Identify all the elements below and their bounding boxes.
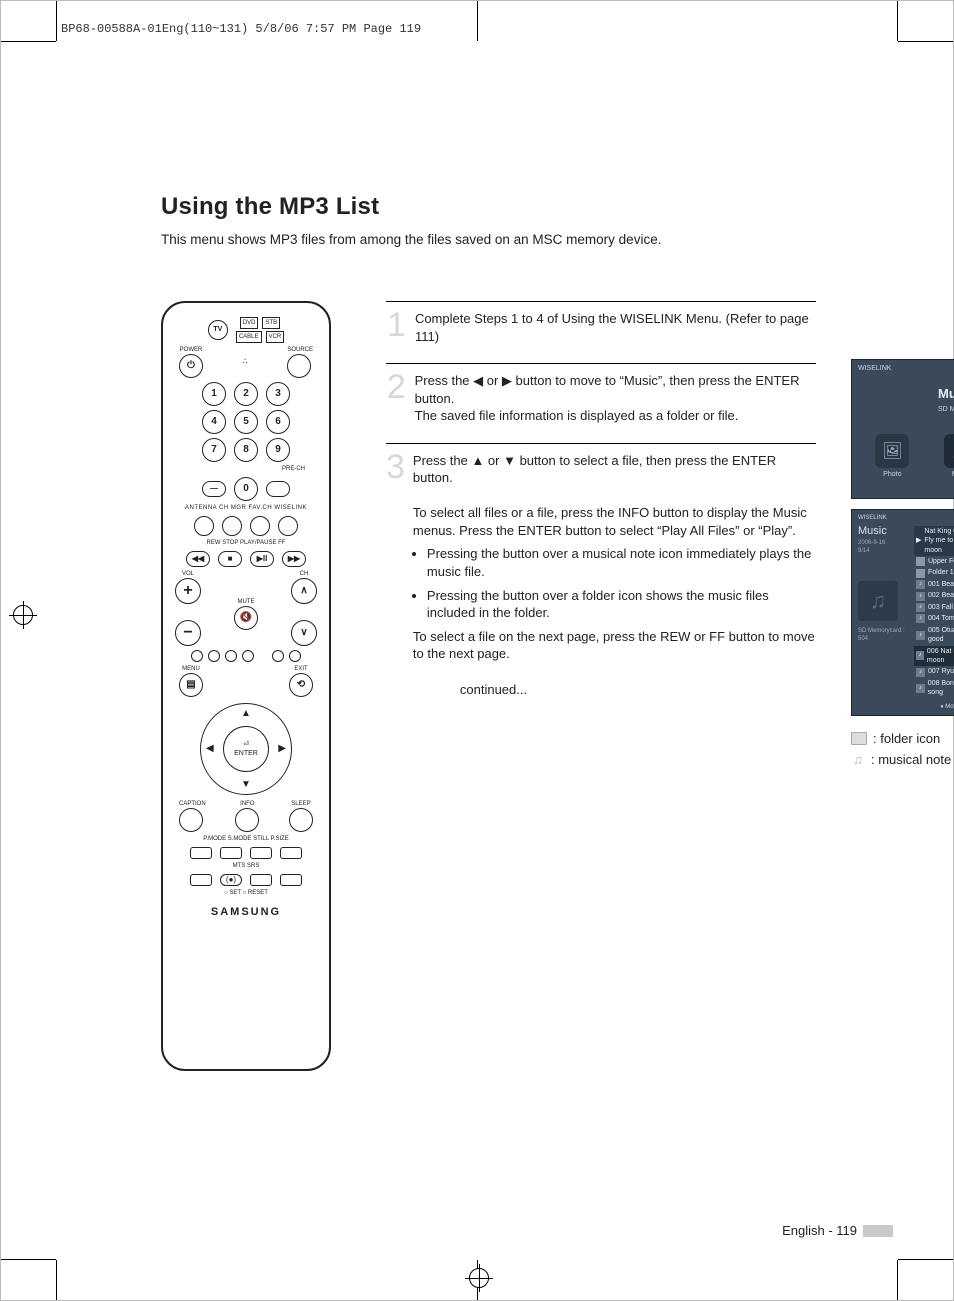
row-labels: ANTENNA CH MGR FAV.CH WISELINK: [173, 505, 319, 512]
musical-note-icon: ♫: [851, 753, 865, 767]
remote-illustration: TV DVD STB CABLE VCR: [161, 301, 331, 1071]
menu-label: MENU: [179, 666, 203, 673]
play-pause-icon: ▶II: [250, 551, 274, 567]
digit-5: 5: [234, 410, 258, 434]
intro-text: This menu shows MP3 files from among the…: [161, 231, 893, 249]
nav-ring: ▲ ▼ ◀ ▶ ⏎ENTER: [200, 703, 292, 795]
musical-note-icon: ♪: [916, 684, 925, 693]
list-item: Folder 1: [914, 567, 954, 578]
digit-0: 0: [234, 477, 258, 501]
page-title: Using the MP3 List: [161, 191, 893, 223]
musical-note-icon: ♪: [916, 631, 925, 640]
digit-9: 9: [266, 438, 290, 462]
musical-note-icon: ♪: [916, 614, 925, 623]
cable-label: CABLE: [236, 331, 262, 343]
folder-icon: [916, 557, 925, 566]
continued-text: continued...: [386, 681, 601, 699]
digit-7: 7: [202, 438, 226, 462]
digit-4: 4: [202, 410, 226, 434]
exit-icon: ⟲: [289, 673, 313, 697]
arrow-up-icon: ▲: [241, 707, 251, 721]
digit-3: 3: [266, 382, 290, 406]
set-reset: ○ SET ○ RESET: [173, 890, 319, 897]
folder-icon: [851, 732, 867, 745]
exit-label: EXIT: [289, 666, 313, 673]
photo-icon: 🖼: [875, 434, 909, 468]
ch-label: CH: [291, 571, 317, 578]
digit-1: 1: [202, 382, 226, 406]
screenshot-file-list: WISELINK Music 2006-9-16 9/14 ♫ SD Memor…: [851, 509, 954, 716]
mute-label: MUTE: [234, 599, 258, 606]
brand-logo: SAMSUNG: [173, 905, 319, 920]
musical-note-icon: ♪: [916, 668, 925, 677]
vol-label: VOL: [175, 571, 201, 578]
page: BP68-00588A-01Eng(110~131) 5/8/06 7:57 P…: [0, 0, 954, 1301]
sleep-label: SLEEP: [289, 801, 313, 808]
page-footer: English - 119: [782, 1222, 893, 1240]
arrow-down-icon: ▼: [241, 778, 251, 792]
legend-note: ♫ : musical note icon: [851, 751, 954, 769]
legend-folder: : folder icon: [851, 730, 954, 748]
dvd-label: DVD: [240, 317, 259, 329]
power-icon: ⏻: [179, 354, 203, 378]
screenshot-music-menu: WISELINK Music SD Memorycard/ 504 🖼Photo…: [851, 359, 954, 499]
musical-note-icon: ♪: [916, 580, 925, 589]
digit-8: 8: [234, 438, 258, 462]
list-item: ♪008 Bon jovi-This ain't a love song00:0…: [914, 678, 954, 699]
step-1: 1 Complete Steps 1 to 4 of Using the WIS…: [386, 310, 816, 345]
ff-icon: ▶▶: [282, 551, 306, 567]
note-icon: ♫: [858, 581, 898, 621]
digit-2: 2: [234, 382, 258, 406]
step-3: 3 Press the ▲ or ▼ button to select a fi…: [386, 452, 816, 663]
dash-button: —: [202, 481, 226, 497]
prech-button: [266, 481, 290, 497]
registration-mark-icon: [469, 1268, 489, 1288]
list-item: ♪003 Fall in Love00:04:12: [914, 602, 954, 613]
music-title: Music: [938, 385, 954, 403]
arrow-left-icon: ◀: [206, 742, 214, 756]
folder-icon: [916, 569, 925, 578]
digit-6: 6: [266, 410, 290, 434]
list-item: Upper Folder: [914, 556, 954, 567]
row3-labels: MTS SRS: [173, 863, 319, 870]
source-button: [287, 354, 311, 378]
musical-note-icon: ♪: [916, 651, 924, 660]
arrow-right-icon: ▶: [278, 742, 286, 756]
mute-icon: 🔇: [234, 606, 258, 630]
row2-labels: P.MODE S.MODE STILL P.SIZE: [173, 836, 319, 843]
power-label: POWER: [179, 347, 203, 354]
list-item: ♪006 Nat King Cole-Fly me to the moon00:…: [914, 646, 954, 667]
registration-mark-icon: [13, 605, 33, 625]
vcr-label: VCR: [266, 331, 285, 343]
list-item: ♪001 Bean Song (feat.TBNY)00:04:01: [914, 579, 954, 590]
prech-label: PRE-CH: [173, 466, 305, 473]
menu-icon: ▤: [179, 673, 203, 697]
list-item: ♪005 Otua Manglore-Feel So good00:04:05: [914, 625, 954, 646]
caption-label: CAPTION: [179, 801, 206, 808]
list-item: ♪002 Beatles-Yesterday00:04:28: [914, 590, 954, 601]
rew-icon: ◀◀: [186, 551, 210, 567]
slug-line: BP68-00588A-01Eng(110~131) 5/8/06 7:57 P…: [61, 21, 421, 37]
list-item: ♪004 Tom Waits-Time00:05:39: [914, 613, 954, 624]
list-item: ♪007 Ryuichi Sakamoto-Raul00:03:04: [914, 666, 954, 677]
stb-label: STB: [262, 317, 280, 329]
musical-note-icon: ♪: [916, 603, 925, 612]
source-label: SOURCE: [287, 347, 313, 354]
stop-icon: ■: [218, 551, 242, 567]
step-2: 2 Press the ◀ or ▶ button to move to “Mu…: [386, 372, 816, 425]
transport-labels: REW STOP PLAY/PAUSE FF: [173, 540, 319, 547]
bullet: Pressing the button over a folder icon s…: [427, 587, 816, 622]
content: Using the MP3 List This menu shows MP3 f…: [61, 61, 893, 1240]
info-label: INFO: [235, 801, 259, 808]
musical-note-icon: ♪: [916, 592, 925, 601]
enter-button: ⏎ENTER: [223, 726, 269, 772]
music-icon: 🎵: [944, 434, 954, 468]
bullet: Pressing the button over a musical note …: [427, 545, 816, 580]
tv-button: TV: [208, 320, 228, 340]
